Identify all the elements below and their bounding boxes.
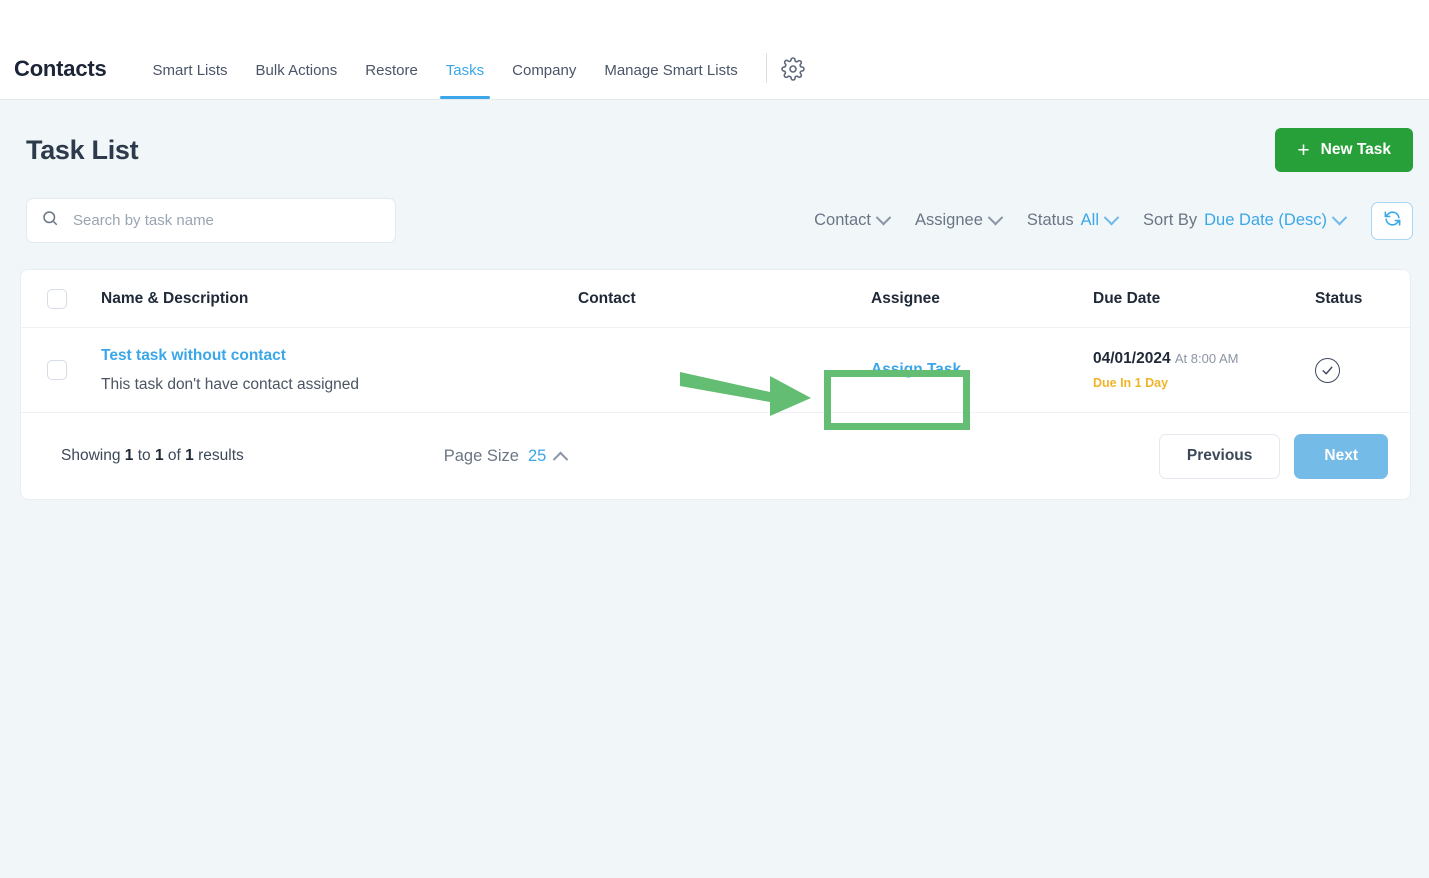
showing-suffix: results	[198, 447, 244, 464]
filter-assignee-label: Assignee	[915, 211, 983, 229]
nav-tab-bulk-actions[interactable]: Bulk Actions	[242, 62, 352, 99]
due-time-text: At 8:00 AM	[1174, 351, 1239, 366]
page-size-selector[interactable]: Page Size 25	[443, 446, 569, 467]
task-status-cell	[1315, 357, 1410, 383]
filter-status-label: Status	[1026, 211, 1074, 229]
task-due-date-cell: 04/01/2024 At 8:00 AM Due In 1 Day	[1093, 350, 1315, 390]
column-header-due-date: Due Date	[1093, 289, 1161, 307]
filter-contact[interactable]: Contact	[814, 209, 892, 230]
filter-sort-value: Due Date (Desc)	[1204, 211, 1327, 229]
nav-tab-company[interactable]: Company	[498, 62, 590, 99]
task-name-description-cell: Test task without contact This task don'…	[101, 347, 578, 394]
task-assignee-cell: Assign Task	[871, 361, 1093, 379]
task-description: This task don't have contact assigned	[101, 375, 359, 393]
plus-icon: +	[1297, 138, 1310, 162]
filter-toolbar: Contact Assignee Status All Sort By Due …	[0, 172, 1429, 243]
chevron-down-icon	[987, 209, 1004, 226]
results-summary: Showing 1 to 1 of 1 results	[61, 447, 244, 465]
assign-task-link[interactable]: Assign Task	[871, 361, 961, 378]
filter-sort-by[interactable]: Sort By Due Date (Desc)	[1143, 209, 1348, 230]
check-circle-icon[interactable]	[1315, 357, 1340, 383]
showing-total: 1	[185, 447, 194, 464]
next-page-button[interactable]: Next	[1294, 433, 1388, 479]
top-navigation-bar: Contacts Smart Lists Bulk Actions Restor…	[0, 0, 1429, 100]
page-size-value: 25	[527, 446, 547, 465]
column-header-status: Status	[1315, 289, 1363, 307]
due-date-text: 04/01/2024	[1093, 350, 1171, 367]
due-date-value: 04/01/2024 At 8:00 AM	[1093, 350, 1315, 368]
refresh-icon	[1383, 209, 1402, 233]
new-task-label: New Task	[1320, 141, 1391, 158]
filter-status[interactable]: Status All	[1026, 209, 1120, 230]
row-select-cell	[47, 360, 101, 380]
column-header-contact: Contact	[578, 289, 636, 307]
search-input[interactable]	[73, 212, 381, 229]
table-header-row: Name & Description Contact Assignee Due …	[21, 270, 1410, 328]
select-all-checkbox[interactable]	[47, 288, 67, 309]
new-task-button[interactable]: + New Task	[1275, 128, 1413, 172]
showing-to-word: to	[137, 447, 151, 464]
gear-icon	[780, 57, 805, 86]
table-row: Test task without contact This task don'…	[21, 328, 1410, 413]
pagination-controls: Previous Next	[1158, 433, 1388, 479]
filter-assignee[interactable]: Assignee	[915, 209, 1004, 230]
search-icon	[41, 209, 59, 232]
page-header: Task List + New Task	[0, 100, 1429, 172]
nav-tab-manage-smart-lists[interactable]: Manage Smart Lists	[590, 62, 751, 99]
nav-tab-tasks[interactable]: Tasks	[432, 62, 498, 99]
nav-items-container: Contacts Smart Lists Bulk Actions Restor…	[14, 0, 805, 99]
due-status-badge: Due In 1 Day	[1093, 376, 1169, 390]
filter-sort-label: Sort By	[1143, 211, 1198, 229]
chevron-down-icon	[875, 209, 892, 226]
column-header-assignee: Assignee	[871, 289, 940, 307]
settings-button[interactable]	[780, 57, 805, 99]
showing-to: 1	[154, 447, 164, 464]
chevron-down-icon	[1103, 209, 1120, 226]
previous-page-button[interactable]: Previous	[1158, 433, 1281, 479]
filter-controls: Contact Assignee Status All Sort By Due …	[788, 201, 1413, 240]
filter-status-value: All	[1080, 211, 1100, 229]
column-header-name-description: Name & Description	[101, 289, 249, 307]
row-checkbox[interactable]	[47, 360, 67, 380]
page-size-label: Page Size	[443, 446, 519, 465]
table-footer: Showing 1 to 1 of 1 results Page Size 25…	[21, 413, 1410, 499]
chevron-down-icon	[1331, 209, 1348, 226]
page-title: Task List	[26, 134, 139, 165]
select-all-cell	[47, 288, 101, 309]
nav-tab-smart-lists[interactable]: Smart Lists	[139, 62, 242, 99]
task-name-link[interactable]: Test task without contact	[101, 347, 578, 365]
showing-of-word: of	[167, 447, 181, 464]
nav-divider	[765, 53, 767, 83]
showing-from: 1	[124, 447, 134, 464]
app-brand-title: Contacts	[14, 56, 107, 81]
task-list-card: Name & Description Contact Assignee Due …	[20, 269, 1411, 500]
refresh-button[interactable]	[1371, 201, 1413, 240]
nav-tab-restore[interactable]: Restore	[351, 62, 432, 99]
chevron-up-icon	[553, 451, 569, 467]
showing-prefix: Showing	[61, 447, 121, 464]
filter-contact-label: Contact	[814, 211, 871, 229]
search-box[interactable]	[26, 198, 396, 243]
